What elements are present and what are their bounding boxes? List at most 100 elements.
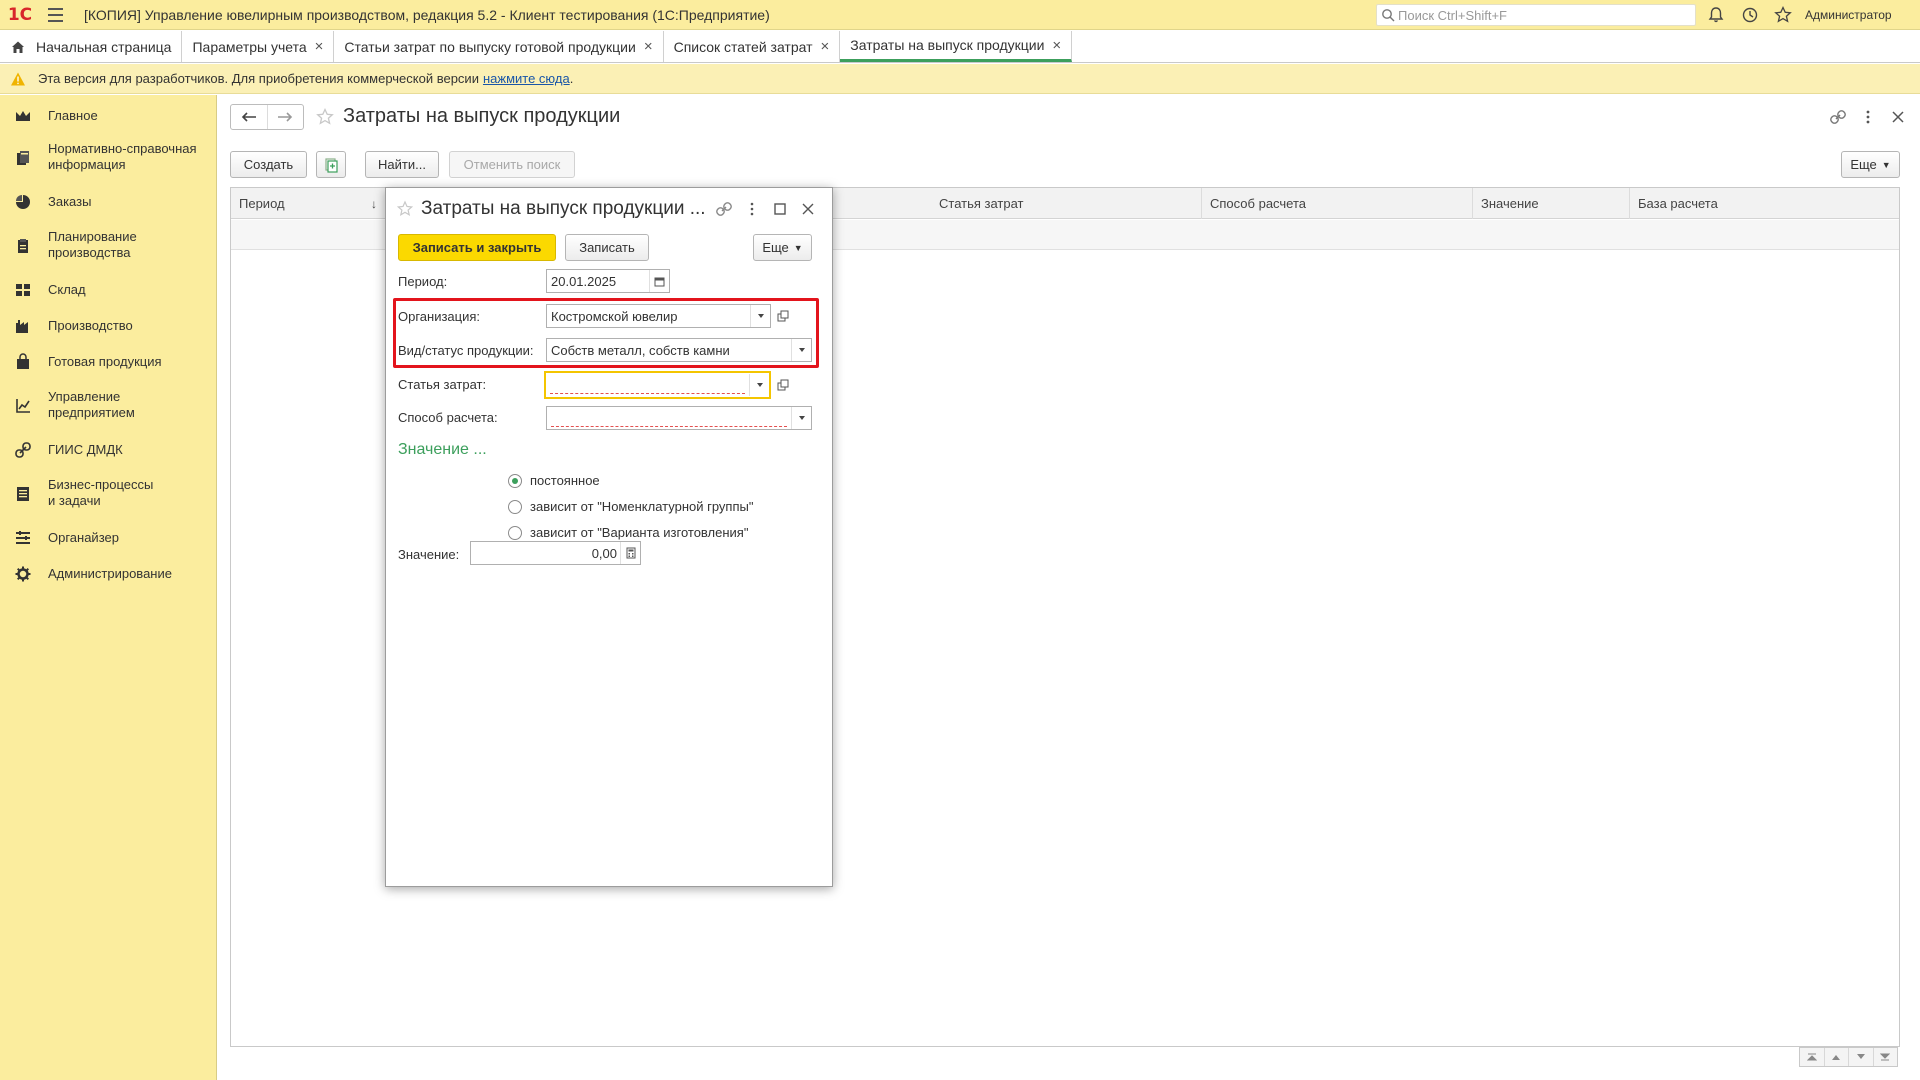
- dropdown-button[interactable]: [791, 339, 811, 361]
- user-name[interactable]: Администратор: [1805, 8, 1892, 22]
- scroll-up-button[interactable]: [1825, 1048, 1849, 1066]
- open-organization-button[interactable]: [773, 304, 793, 328]
- gear-icon: [15, 566, 31, 582]
- period-value: 20.01.2025: [551, 273, 617, 289]
- sort-arrow-icon: ↓: [371, 196, 377, 211]
- calc-method-field[interactable]: [546, 406, 812, 430]
- create-button[interactable]: Создать: [230, 151, 307, 178]
- tab-accounting-params[interactable]: Параметры учета ×: [182, 31, 335, 62]
- dialog-title: Затраты на выпуск продукции ...: [421, 198, 706, 219]
- close-icon[interactable]: ×: [315, 38, 324, 55]
- product-type-field[interactable]: Собств металл, собств камни: [546, 338, 812, 362]
- scroll-top-button[interactable]: [1800, 1048, 1825, 1066]
- cost-item-field[interactable]: [544, 371, 771, 399]
- find-button[interactable]: Найти...: [365, 151, 439, 178]
- open-icon: [777, 310, 789, 322]
- favorite-star-icon[interactable]: [396, 200, 414, 218]
- tab-label: Статьи затрат по выпуску готовой продукц…: [344, 38, 636, 55]
- column-header-calc-method[interactable]: Способ расчета: [1202, 188, 1473, 219]
- sidebar-item-administration[interactable]: Администрирование: [0, 563, 217, 585]
- close-icon[interactable]: ×: [821, 38, 830, 55]
- dialog-more-button[interactable]: Еще ▼: [753, 234, 812, 261]
- column-header-calc-base[interactable]: База расчета: [1630, 188, 1899, 219]
- copy-button[interactable]: [316, 151, 346, 178]
- favorite-star-icon[interactable]: [315, 107, 335, 127]
- close-icon[interactable]: ×: [1052, 37, 1061, 54]
- radio-button[interactable]: [508, 473, 522, 488]
- radio-button[interactable]: [508, 525, 522, 540]
- column-label: Способ расчета: [1210, 196, 1307, 211]
- crown-icon: [16, 111, 30, 121]
- close-icon[interactable]: [1889, 108, 1907, 126]
- arrow-right-icon: [278, 112, 293, 122]
- bell-icon[interactable]: [1706, 5, 1726, 25]
- factory-icon: [16, 320, 28, 333]
- copy-icon: [325, 157, 338, 173]
- dropdown-button[interactable]: [791, 407, 811, 429]
- column-header-cost-item[interactable]: Статья затрат: [931, 188, 1202, 219]
- option-constant[interactable]: постоянное: [508, 473, 600, 488]
- sidebar-item-warehouse[interactable]: Склад: [0, 279, 217, 301]
- dropdown-button[interactable]: [750, 305, 770, 327]
- period-field[interactable]: 20.01.2025: [546, 269, 670, 293]
- sidebar-item-enterprise-management[interactable]: Управление предприятием: [0, 389, 217, 423]
- open-cost-item-button[interactable]: [773, 373, 793, 397]
- column-header-value[interactable]: Значение: [1473, 188, 1630, 219]
- cost-item-value: [550, 377, 745, 394]
- calendar-button[interactable]: [649, 270, 669, 292]
- sidebar-item-finished-products[interactable]: Готовая продукция: [0, 351, 217, 373]
- tab-label: Затраты на выпуск продукции: [850, 37, 1045, 53]
- organization-field[interactable]: Костромской ювелир: [546, 304, 771, 328]
- close-icon[interactable]: ×: [644, 38, 653, 55]
- value-section-title[interactable]: Значение ...: [398, 441, 487, 459]
- sidebar-item-reference-info[interactable]: Нормативно-справочная информация: [0, 141, 217, 175]
- dropdown-button[interactable]: [749, 374, 769, 396]
- link-icon[interactable]: [1829, 108, 1847, 126]
- scroll-bottom-button[interactable]: [1874, 1048, 1898, 1066]
- bag-icon: [17, 353, 29, 369]
- tab-cost-items-output[interactable]: Статьи затрат по выпуску готовой продукц…: [334, 31, 664, 62]
- navigation-buttons: [230, 104, 304, 130]
- history-icon[interactable]: [1740, 5, 1760, 25]
- warning-icon: [11, 72, 25, 85]
- column-label: Период: [239, 196, 285, 211]
- sidebar-item-production[interactable]: Производство: [0, 315, 217, 337]
- tab-home[interactable]: Начальная страница: [0, 31, 183, 62]
- calculator-button[interactable]: [620, 542, 640, 564]
- scroll-down-button[interactable]: [1849, 1048, 1874, 1066]
- column-header-period[interactable]: Период ↓: [231, 188, 386, 219]
- value-field[interactable]: 0,00: [470, 541, 641, 565]
- favorites-star-icon[interactable]: [1773, 5, 1793, 25]
- save-and-close-button[interactable]: Записать и закрыть: [398, 234, 556, 261]
- sections-sidebar: Главное Нормативно-справочная информация…: [0, 95, 217, 1080]
- option-manufacturing-variant[interactable]: зависит от "Варианта изготовления": [508, 525, 748, 540]
- column-label: Значение: [1481, 196, 1539, 211]
- sidebar-item-label: Управление предприятием: [48, 389, 135, 420]
- save-button[interactable]: Записать: [565, 234, 649, 261]
- sidebar-item-orders[interactable]: Заказы: [0, 191, 217, 213]
- back-button[interactable]: [231, 105, 267, 129]
- global-search-input[interactable]: Поиск Ctrl+Shift+F: [1376, 4, 1696, 26]
- sidebar-item-main[interactable]: Главное: [0, 105, 217, 127]
- more-vertical-icon[interactable]: [1859, 108, 1877, 126]
- tab-production-costs[interactable]: Затраты на выпуск продукции ×: [840, 31, 1073, 62]
- sidebar-item-business-processes[interactable]: Бизнес-процессы и задачи: [0, 477, 217, 511]
- radio-button[interactable]: [508, 499, 522, 514]
- sidebar-item-organizer[interactable]: Органайзер: [0, 527, 217, 549]
- buy-link[interactable]: нажмите сюда: [483, 71, 570, 86]
- maximize-icon[interactable]: [771, 200, 789, 218]
- more-button[interactable]: Еще ▼: [1841, 151, 1900, 178]
- forward-button[interactable]: [266, 105, 303, 129]
- close-icon[interactable]: [799, 200, 817, 218]
- more-vertical-icon[interactable]: [743, 200, 761, 218]
- menu-icon[interactable]: [40, 7, 70, 22]
- option-nomenclature-group[interactable]: зависит от "Номенклатурной группы": [508, 499, 753, 514]
- tab-cost-items-list[interactable]: Список статей затрат ×: [664, 31, 841, 62]
- sidebar-item-planning[interactable]: Планирование производства: [0, 229, 217, 263]
- option-label: зависит от "Варианта изготовления": [530, 525, 749, 540]
- link-icon[interactable]: [715, 200, 733, 218]
- calc-method-value: [551, 410, 787, 427]
- sidebar-item-giis-dmdk[interactable]: ГИИС ДМДК: [0, 439, 217, 461]
- cancel-search-button[interactable]: Отменить поиск: [449, 151, 575, 178]
- tasks-icon: [17, 487, 29, 501]
